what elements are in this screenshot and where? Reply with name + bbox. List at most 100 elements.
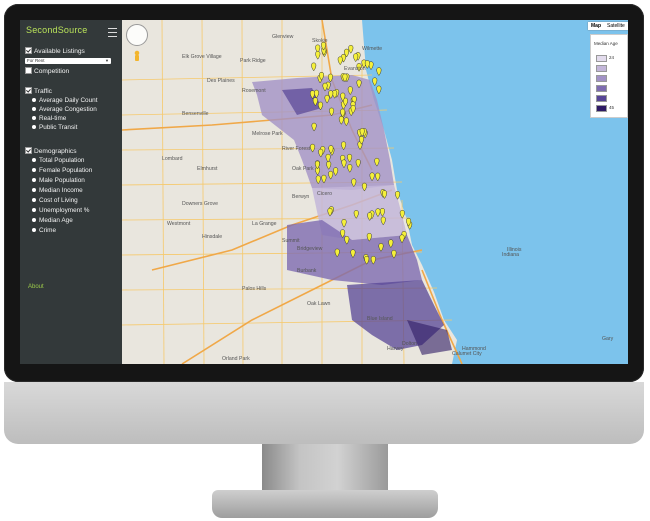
place-label: Evanston (344, 66, 366, 72)
place-label: Hammond (462, 346, 486, 352)
listing-marker-icon[interactable] (348, 45, 354, 54)
place-label: Dolton (402, 341, 417, 347)
demographic-option[interactable]: Cost of Living (32, 197, 78, 205)
demographics-label: Demographics (34, 148, 77, 155)
place-label: Wilmette (362, 46, 382, 52)
map-type-toggle[interactable]: Map Satellite (588, 22, 628, 30)
listing-marker-icon[interactable] (353, 53, 359, 63)
place-label: Rosemont (242, 88, 266, 94)
demographic-option-label: Median Age (39, 217, 73, 224)
map-type-satellite[interactable]: Satellite (604, 22, 628, 30)
place-label: Palos Hills (242, 286, 267, 292)
radio-icon[interactable] (32, 125, 36, 129)
monitor-stand-foot (212, 490, 438, 518)
demographic-option[interactable]: Median Age (32, 217, 73, 225)
place-label: La Grange (252, 221, 277, 227)
place-label: Oak Park (292, 166, 314, 172)
place-label: Cicero (317, 191, 332, 197)
place-label: Park Ridge (240, 58, 266, 64)
place-label: Lombard (162, 156, 183, 162)
available-listings-label: Available Listings (34, 48, 85, 55)
radio-icon[interactable] (32, 218, 36, 222)
traffic-option[interactable]: Real-time (32, 115, 66, 123)
pan-control[interactable] (126, 24, 148, 46)
caret-down-icon: ▼ (105, 58, 109, 63)
competition-toggle[interactable]: Competition (25, 67, 69, 76)
radio-icon[interactable] (32, 168, 36, 172)
listing-type-value: For Rent (27, 58, 45, 63)
demographic-option[interactable]: Crime (32, 227, 56, 235)
menu-icon[interactable] (108, 28, 117, 37)
radio-icon[interactable] (32, 116, 36, 120)
legend-swatch (596, 105, 607, 112)
place-label: Orland Park (222, 356, 250, 362)
radio-icon[interactable] (32, 98, 36, 102)
traffic-option-label: Public Transit (39, 124, 78, 131)
radio-icon[interactable] (32, 188, 36, 192)
legend-max-label: 45 (609, 105, 615, 110)
listing-type-select[interactable]: For Rent ▼ (25, 58, 111, 64)
traffic-option-label: Real-time (39, 115, 67, 122)
demographic-option[interactable]: Median Income (32, 187, 83, 195)
traffic-option[interactable]: Average Daily Count (32, 97, 98, 105)
about-link[interactable]: About (28, 284, 44, 290)
demographic-option-label: Median Income (39, 187, 83, 194)
monitor-chin (4, 382, 644, 444)
place-label: Elmhurst (197, 166, 218, 172)
available-listings-toggle[interactable]: Available Listings (25, 47, 85, 56)
demographic-option[interactable]: Total Population (32, 157, 84, 165)
map[interactable]: Skokie Evanston Elk Grove Village Rosemont R… (122, 20, 628, 364)
legend-swatch (596, 65, 607, 72)
checkbox-icon[interactable] (25, 47, 32, 54)
place-label: Bensenville (182, 111, 209, 117)
place-label: River Forest (282, 146, 311, 152)
traffic-option-label: Average Congestion (39, 106, 97, 113)
place-label: Burbank (297, 268, 317, 274)
traffic-toggle[interactable]: Traffic (25, 87, 52, 96)
competition-label: Competition (34, 68, 70, 75)
traffic-option[interactable]: Public Transit (32, 124, 77, 132)
map-canvas[interactable]: Skokie Evanston Elk Grove Village Rosemont R… (122, 20, 628, 364)
demographic-option-label: Total Population (39, 157, 85, 164)
traffic-option[interactable]: Average Congestion (32, 106, 97, 114)
radio-icon[interactable] (32, 228, 36, 232)
app-brand: SecondSource (26, 25, 88, 35)
radio-icon[interactable] (32, 178, 36, 182)
monitor-frame: SecondSource Available Listings For Rent… (0, 0, 650, 521)
demographic-option-label: Crime (39, 227, 57, 234)
radio-icon[interactable] (32, 107, 36, 111)
demographics-toggle[interactable]: Demographics (25, 147, 77, 156)
radio-icon[interactable] (32, 158, 36, 162)
place-label: Glenview (272, 34, 294, 40)
traffic-option-label: Average Daily Count (39, 97, 98, 104)
map-type-map[interactable]: Map (588, 22, 604, 30)
pegman-icon[interactable] (133, 50, 141, 62)
place-label: Bridgeview (297, 246, 323, 252)
listing-marker-icon[interactable] (315, 50, 321, 60)
radio-icon[interactable] (32, 198, 36, 202)
demographic-option[interactable]: Male Population (32, 177, 85, 185)
place-label: Westmont (167, 221, 191, 227)
place-label: Gary (602, 336, 614, 342)
legend-swatch (596, 95, 607, 102)
legend-swatch (596, 85, 607, 92)
checkbox-icon[interactable] (25, 87, 32, 94)
demographic-option[interactable]: Unemployment % (32, 207, 89, 215)
traffic-label: Traffic (34, 88, 52, 95)
place-label: Des Plaines (207, 78, 235, 84)
listing-marker-icon[interactable] (337, 56, 343, 66)
demographic-option-label: Unemployment % (39, 207, 90, 214)
listing-marker-icon[interactable] (311, 62, 317, 72)
demographic-option-label: Female Population (39, 167, 93, 174)
checkbox-icon[interactable] (25, 147, 32, 154)
radio-icon[interactable] (32, 208, 36, 212)
demographic-option[interactable]: Female Population (32, 167, 92, 175)
place-label: Hinsdale (202, 234, 222, 240)
median-age-legend: Median Age 24 45 (590, 34, 628, 118)
legend-swatch (596, 75, 607, 82)
legend-min-label: 24 (609, 55, 615, 60)
place-label: Melrose Park (252, 131, 283, 137)
legend-title: Median Age (594, 41, 618, 46)
place-label: Summit (282, 238, 300, 244)
checkbox-icon[interactable] (25, 67, 32, 74)
